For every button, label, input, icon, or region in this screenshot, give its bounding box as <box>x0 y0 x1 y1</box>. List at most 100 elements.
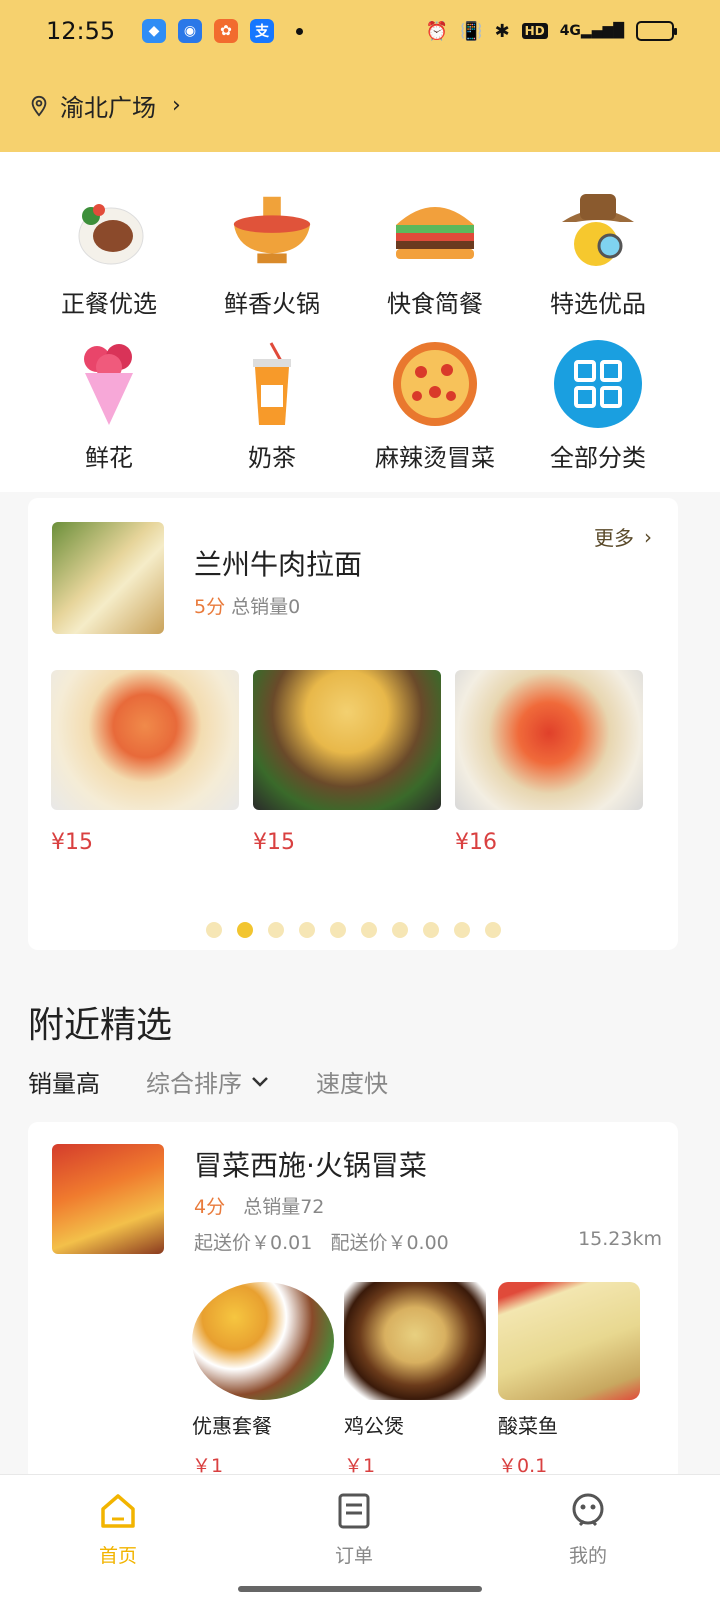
menu-item-card[interactable]: 酸菜鱼 ￥0.1 <box>498 1282 640 1478</box>
nav-mine[interactable]: 我的 <box>528 1491 648 1568</box>
dish-card[interactable]: ¥15 <box>253 670 441 855</box>
category-label: 鲜花 <box>85 444 133 472</box>
orders-icon <box>338 1493 370 1529</box>
shop-score: 5分 <box>194 596 226 618</box>
location-selector[interactable]: 渝北广场 › <box>28 88 181 123</box>
carousel-pager <box>28 922 678 938</box>
chevron-right-icon: › <box>644 524 652 549</box>
category-label: 麻辣烫冒菜 <box>375 444 495 472</box>
flower-bouquet-icon <box>65 340 153 428</box>
status-time: 12:55 <box>46 17 116 45</box>
profile-icon <box>572 1493 604 1527</box>
pager-dot[interactable] <box>453 922 470 938</box>
burger-icon <box>391 186 479 274</box>
menu-item-image <box>344 1282 486 1400</box>
category-item-fastfood[interactable]: 快食简餐 <box>353 186 517 319</box>
orange-app-notification-icon: ✿ <box>214 19 238 43</box>
category-item-meal[interactable]: 正餐优选 <box>27 186 191 319</box>
sort-fast[interactable]: 速度快 <box>316 1064 388 1099</box>
pager-dot[interactable] <box>391 922 408 938</box>
shop-score: 4分 <box>194 1196 226 1218</box>
category-label: 全部分类 <box>550 444 646 472</box>
sort-sales-high[interactable]: 销量高 <box>28 1064 100 1099</box>
category-item-hotpot[interactable]: 鲜香火锅 <box>190 186 354 319</box>
alarm-icon: ⏰ <box>425 20 449 42</box>
menu-item-card[interactable]: 鸡公煲 ￥1 <box>344 1282 486 1478</box>
nav-orders[interactable]: 订单 <box>294 1491 414 1568</box>
dish-image <box>253 670 441 810</box>
delivery-fee: 配送价￥0.00 <box>330 1232 449 1254</box>
nav-orders-label: 订单 <box>334 1545 373 1567</box>
sort-overall-dropdown[interactable]: 综合排序 <box>146 1064 270 1099</box>
dish-price: ¥16 <box>455 830 497 855</box>
shop-name: 兰州牛肉拉面 <box>194 548 363 581</box>
gesture-home-bar[interactable] <box>238 1586 482 1592</box>
category-item-spicy-hotpot[interactable]: 麻辣烫冒菜 <box>353 340 517 473</box>
signal-icon: 4G▂▄▆█ <box>559 23 624 39</box>
hd-badge: HD <box>521 23 548 39</box>
category-item-selected[interactable]: 特选优品 <box>516 186 680 319</box>
featured-shop-card[interactable]: 兰州牛肉拉面 5分 总销量0 更多 › ¥15 ¥15 ¥16 <box>28 498 678 950</box>
shop-meta: 5分 总销量0 <box>194 592 300 619</box>
header-bar: 12:55 ◆ ◉ ✿ 支 ⏰ 📳 ✱ HD 4G▂▄▆█ 渝北广场 › <box>0 0 720 152</box>
nav-mine-label: 我的 <box>568 1545 607 1567</box>
steak-plate-icon <box>65 186 153 274</box>
category-item-all[interactable]: 全部分类 <box>516 340 680 473</box>
min-order-price: 起送价￥0.01 <box>194 1232 313 1254</box>
pager-dot[interactable] <box>329 922 346 938</box>
status-bar: 12:55 ◆ ◉ ✿ 支 ⏰ 📳 ✱ HD 4G▂▄▆█ <box>0 0 720 62</box>
battery-icon <box>636 21 677 41</box>
menu-item-name: 优惠套餐 <box>192 1414 272 1438</box>
category-item-flowers[interactable]: 鲜花 <box>27 340 191 473</box>
bluetooth-icon: ✱ <box>494 20 510 42</box>
home-icon <box>101 1494 135 1528</box>
status-indicators: ⏰ 📳 ✱ HD 4G▂▄▆█ <box>425 20 677 42</box>
menu-item-name: 酸菜鱼 <box>498 1414 558 1438</box>
pager-dot[interactable] <box>267 922 284 938</box>
shop-name: 冒菜西施·火锅冒菜 <box>194 1149 427 1182</box>
network-type: 4G <box>559 23 581 39</box>
nav-home-label: 首页 <box>98 1545 137 1567</box>
location-pin-icon <box>31 95 47 117</box>
shop-distance: 15.23km <box>578 1228 662 1250</box>
pager-dot[interactable] <box>298 922 315 938</box>
grid-icon <box>554 340 642 428</box>
shop-thumbnail <box>52 522 164 634</box>
category-label: 鲜香火锅 <box>224 290 320 318</box>
pager-dot[interactable] <box>205 922 222 938</box>
dish-card[interactable]: ¥15 <box>51 670 239 855</box>
more-link[interactable]: 更多 › <box>594 522 652 551</box>
shop-thumbnail <box>52 1144 164 1254</box>
menu-item-name: 鸡公煲 <box>344 1414 404 1438</box>
hotpot-icon <box>228 186 316 274</box>
dish-image <box>455 670 643 810</box>
dish-price: ¥15 <box>253 830 295 855</box>
pager-dot[interactable] <box>236 922 253 938</box>
more-notifications-icon <box>296 27 303 35</box>
sort-overall-label: 综合排序 <box>146 1070 242 1098</box>
menu-item-card[interactable]: 优惠套餐 ￥1 <box>192 1282 334 1478</box>
category-grid: 正餐优选 鲜香火锅 快食简餐 特选优品 鲜花 奶茶 麻辣烫冒菜 全部分类 <box>0 152 720 492</box>
dish-price: ¥15 <box>51 830 93 855</box>
category-item-milk-tea[interactable]: 奶茶 <box>190 340 354 473</box>
alipay-notification-icon: 支 <box>250 19 274 43</box>
shop-card[interactable]: 冒菜西施·火锅冒菜 4分 总销量72 起送价￥0.01 配送价￥0.00 15.… <box>28 1122 678 1482</box>
category-label: 奶茶 <box>248 444 296 472</box>
section-title: 附近精选 <box>28 1005 173 1046</box>
pizza-icon <box>391 340 479 428</box>
notification-icons: ◆ ◉ ✿ 支 <box>142 19 274 43</box>
pager-dot[interactable] <box>360 922 377 938</box>
more-label: 更多 <box>594 526 634 550</box>
app-notification-icon: ◆ <box>142 19 166 43</box>
sort-bar: 销量高 综合排序 速度快 <box>28 1064 434 1099</box>
pager-dot[interactable] <box>484 922 501 938</box>
dish-image <box>51 670 239 810</box>
chevron-right-icon: › <box>172 93 181 118</box>
detective-icon <box>554 186 642 274</box>
location-label: 渝北广场 <box>60 94 156 122</box>
nav-home[interactable]: 首页 <box>58 1491 178 1568</box>
pager-dot[interactable] <box>422 922 439 938</box>
milk-tea-icon <box>228 340 316 428</box>
dish-card[interactable]: ¥16 <box>455 670 643 855</box>
menu-item-image <box>498 1282 640 1400</box>
